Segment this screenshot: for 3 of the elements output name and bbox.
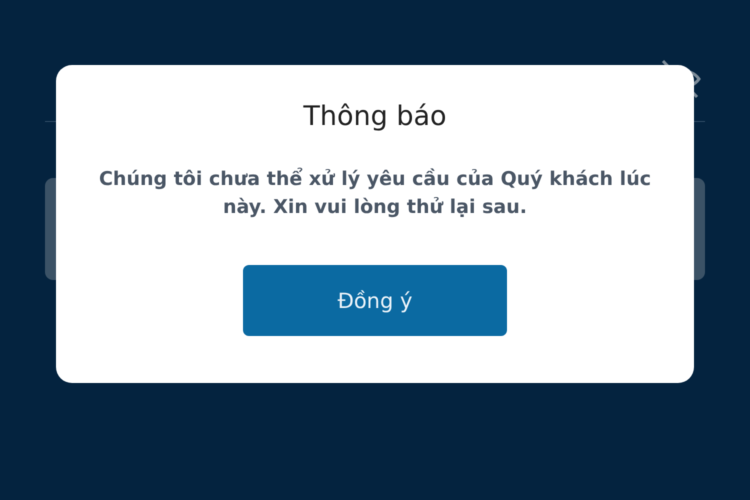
dialog-message: Chúng tôi chưa thể xử lý yêu cầu của Quý khách lúc này. Xin vui lòng thử lại sau. — [98, 166, 652, 220]
agree-button[interactable]: Đồng ý — [243, 265, 507, 336]
dialog-title: Thông báo — [303, 100, 447, 134]
